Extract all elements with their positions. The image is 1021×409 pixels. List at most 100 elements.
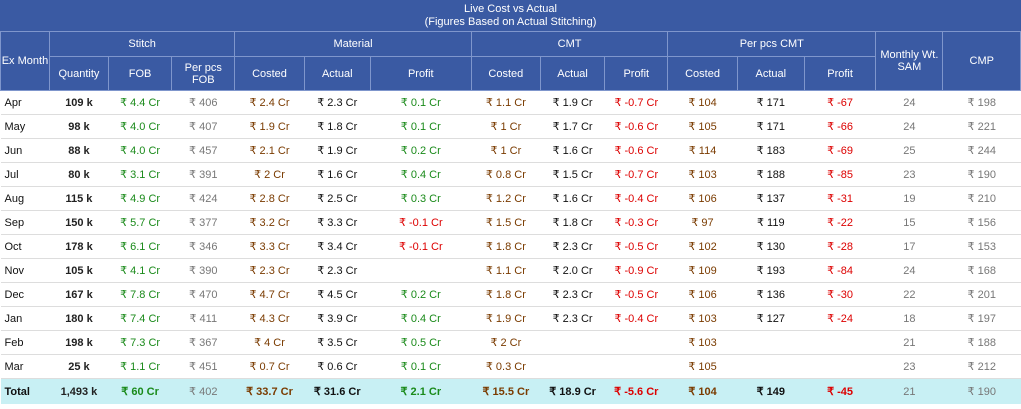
- table-row: Jan 180 k ₹ 7.4 Cr ₹ 411 ₹ 4.3 Cr ₹ 3.9 Cr ₹ 0…: [0, 306, 1021, 331]
- cell-monthly-sam: 21: [875, 330, 943, 355]
- cell-cmp: ₹ 153: [942, 234, 1021, 259]
- cell-ex-month: Mar: [0, 354, 50, 379]
- table-row: Nov 105 k ₹ 4.1 Cr ₹ 390 ₹ 2.3 Cr ₹ 2.3 Cr ₹ 1…: [0, 258, 1021, 283]
- cell-monthly-sam: 25: [875, 138, 943, 163]
- cell-monthly-sam: 23: [875, 354, 943, 379]
- cell-cmt-profit: ₹ -0.7 Cr: [604, 162, 668, 187]
- cell-per-pcs-profit: ₹ -67: [804, 90, 876, 115]
- total-per-pcs-actual: ₹ 149: [737, 378, 805, 404]
- cell-per-pcs-profit: ₹ -66: [804, 114, 876, 139]
- cell-cmt-costed: ₹ 1.5 Cr: [471, 210, 541, 235]
- cell-material-costed: ₹ 2.1 Cr: [234, 138, 305, 163]
- cell-material-costed: ₹ 2 Cr: [234, 162, 305, 187]
- cell-cmt-profit: ₹ -0.7 Cr: [604, 90, 668, 115]
- total-per-pcs-fob: ₹ 402: [171, 378, 235, 404]
- cell-cmt-profit: ₹ -0.4 Cr: [604, 306, 668, 331]
- cell-fob: ₹ 7.8 Cr: [108, 282, 172, 307]
- cell-quantity: 178 k: [49, 234, 109, 259]
- cell-cmt-profit: ₹ -0.4 Cr: [604, 186, 668, 211]
- header-material-profit: Profit: [369, 56, 472, 91]
- cell-per-pcs-actual: ₹ 171: [737, 90, 805, 115]
- sub-header-row: Quantity FOB Per pcs FOB Costed Actual P…: [1, 56, 1021, 91]
- table-row: Mar 25 k ₹ 1.1 Cr ₹ 451 ₹ 0.7 Cr ₹ 0.6 Cr ₹ 0.…: [0, 354, 1021, 379]
- cell-cmp: ₹ 210: [942, 186, 1021, 211]
- cell-material-profit: ₹ 0.4 Cr: [370, 306, 472, 331]
- cell-ex-month: Aug: [0, 186, 50, 211]
- total-fob: ₹ 60 Cr: [108, 378, 172, 404]
- cell-per-pcs-actual: ₹ 119: [737, 210, 805, 235]
- header-quantity: Quantity: [48, 56, 110, 91]
- cell-per-pcs-actual: ₹ 171: [737, 114, 805, 139]
- cell-material-profit: ₹ -0.1 Cr: [370, 210, 472, 235]
- total-monthly-sam: 21: [875, 378, 943, 404]
- cell-monthly-sam: 24: [875, 90, 943, 115]
- cell-quantity: 25 k: [49, 354, 109, 379]
- cell-material-profit: ₹ 0.2 Cr: [370, 138, 472, 163]
- cell-fob: ₹ 1.1 Cr: [108, 354, 172, 379]
- total-material-costed: ₹ 33.7 Cr: [234, 378, 305, 404]
- cell-material-actual: ₹ 1.8 Cr: [304, 114, 371, 139]
- cell-material-actual: ₹ 0.6 Cr: [304, 354, 371, 379]
- cell-per-pcs-fob: ₹ 457: [171, 138, 235, 163]
- cell-cmt-costed: ₹ 1.1 Cr: [471, 258, 541, 283]
- cell-per-pcs-actual: ₹ 193: [737, 258, 805, 283]
- cell-fob: ₹ 3.1 Cr: [108, 162, 172, 187]
- cell-material-actual: ₹ 2.5 Cr: [304, 186, 371, 211]
- cell-per-pcs-costed: ₹ 103: [667, 162, 738, 187]
- cell-monthly-sam: 23: [875, 162, 943, 187]
- cost-table: Ex Month Stitch Material CMT Per pcs CMT…: [0, 31, 1021, 404]
- cell-material-costed: ₹ 3.2 Cr: [234, 210, 305, 235]
- cell-fob: ₹ 7.3 Cr: [108, 330, 172, 355]
- cell-per-pcs-costed: ₹ 106: [667, 186, 738, 211]
- cell-per-pcs-profit: ₹ -30: [804, 282, 876, 307]
- cell-cmp: ₹ 156: [942, 210, 1021, 235]
- total-material-actual: ₹ 31.6 Cr: [304, 378, 371, 404]
- cell-ex-month: May: [0, 114, 50, 139]
- header-per-pcs-cmt: Per pcs CMT: [667, 31, 877, 57]
- cell-cmp: ₹ 188: [942, 330, 1021, 355]
- cell-per-pcs-profit: ₹ -31: [804, 186, 876, 211]
- total-per-pcs-costed: ₹ 104: [667, 378, 738, 404]
- cell-material-actual: ₹ 3.9 Cr: [304, 306, 371, 331]
- cell-per-pcs-actual: ₹ 137: [737, 186, 805, 211]
- header-per-pcs-profit: Profit: [803, 56, 877, 91]
- table-row: Dec 167 k ₹ 7.8 Cr ₹ 470 ₹ 4.7 Cr ₹ 4.5 Cr ₹ 0…: [0, 282, 1021, 307]
- cell-per-pcs-fob: ₹ 424: [171, 186, 235, 211]
- cell-ex-month: Apr: [0, 90, 50, 115]
- cell-per-pcs-profit: [804, 330, 876, 355]
- cell-cmp: ₹ 221: [942, 114, 1021, 139]
- cell-material-actual: ₹ 3.4 Cr: [304, 234, 371, 259]
- header-material-costed: Costed: [234, 56, 305, 91]
- header-ex-month: Ex Month: [0, 31, 50, 91]
- cell-fob: ₹ 4.9 Cr: [108, 186, 172, 211]
- cell-per-pcs-profit: ₹ -22: [804, 210, 876, 235]
- cell-quantity: 80 k: [49, 162, 109, 187]
- cell-cmt-profit: ₹ -0.6 Cr: [604, 138, 668, 163]
- cell-cmt-actual: ₹ 2.3 Cr: [540, 234, 605, 259]
- cell-material-actual: ₹ 3.3 Cr: [304, 210, 371, 235]
- table-row: Apr 109 k ₹ 4.4 Cr ₹ 406 ₹ 2.4 Cr ₹ 2.3 Cr ₹ 0…: [0, 90, 1021, 115]
- cell-material-profit: ₹ 0.5 Cr: [370, 330, 472, 355]
- cell-cmt-costed: ₹ 1.8 Cr: [471, 282, 541, 307]
- total-quantity: 1,493 k: [49, 378, 109, 404]
- total-ex-month: Total: [0, 378, 50, 404]
- cell-material-profit: ₹ -0.1 Cr: [370, 234, 472, 259]
- cell-material-costed: ₹ 4.3 Cr: [234, 306, 305, 331]
- total-row: Total 1,493 k ₹ 60 Cr ₹ 402 ₹ 33.7 Cr ₹ 31.6 …: [0, 378, 1021, 404]
- cell-cmt-actual: [540, 330, 605, 355]
- cell-cmt-actual: ₹ 1.5 Cr: [540, 162, 605, 187]
- cell-material-profit: ₹ 0.1 Cr: [370, 114, 472, 139]
- cell-monthly-sam: 24: [875, 258, 943, 283]
- cell-cmt-costed: ₹ 1 Cr: [471, 138, 541, 163]
- cell-per-pcs-fob: ₹ 407: [171, 114, 235, 139]
- cell-cmp: ₹ 212: [942, 354, 1021, 379]
- cell-cmt-profit: ₹ -0.3 Cr: [604, 210, 668, 235]
- cell-material-actual: ₹ 4.5 Cr: [304, 282, 371, 307]
- table-row: Oct 178 k ₹ 6.1 Cr ₹ 346 ₹ 3.3 Cr ₹ 3.4 Cr ₹ -…: [0, 234, 1021, 259]
- cell-fob: ₹ 5.7 Cr: [108, 210, 172, 235]
- cell-per-pcs-fob: ₹ 411: [171, 306, 235, 331]
- cell-per-pcs-costed: ₹ 103: [667, 306, 738, 331]
- cell-monthly-sam: 18: [875, 306, 943, 331]
- cell-ex-month: Dec: [0, 282, 50, 307]
- cell-per-pcs-costed: ₹ 109: [667, 258, 738, 283]
